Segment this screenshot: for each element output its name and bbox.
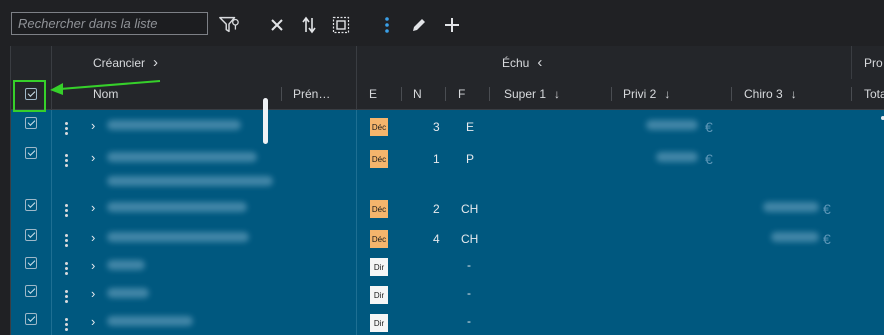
redacted-amount [646, 120, 698, 130]
annotation-arrow-icon [50, 80, 161, 95]
expand-row-icon[interactable]: › [91, 150, 95, 165]
table-row[interactable]: › Dir - [11, 252, 884, 278]
row-checkbox[interactable] [25, 229, 37, 241]
expand-row-icon[interactable]: › [91, 258, 95, 273]
row-code: CH [461, 202, 479, 216]
table-row[interactable]: › Déc 3 E € [11, 112, 884, 138]
redacted-name [107, 288, 149, 298]
row-menu-icon[interactable] [65, 262, 68, 275]
chevron-left-icon[interactable]: ‹ [537, 54, 542, 71]
row-code: - [467, 314, 471, 328]
redacted-name [107, 232, 249, 242]
column-privi2[interactable]: Privi 2 ↓ [623, 79, 670, 109]
expand-row-icon[interactable]: › [91, 314, 95, 329]
sort-icon[interactable] [298, 14, 320, 36]
table-row[interactable]: › Déc 4 CH € [11, 224, 884, 250]
status-badge: Déc [370, 200, 388, 218]
euro-symbol: € [705, 119, 713, 135]
column-f[interactable]: F [458, 79, 465, 109]
column-prenom[interactable]: Prén… [293, 79, 330, 109]
group-creancier[interactable]: Créancier › [93, 46, 158, 79]
row-menu-icon[interactable] [65, 154, 68, 167]
row-checkbox[interactable] [25, 285, 37, 297]
search-input[interactable] [11, 12, 208, 35]
table-row[interactable]: › Déc 1 P € [11, 142, 884, 192]
row-menu-icon[interactable] [65, 234, 68, 247]
row-menu-icon[interactable] [65, 122, 68, 135]
row-menu-icon[interactable] [65, 204, 68, 217]
status-badge: Déc [370, 150, 388, 168]
column-total[interactable]: Tota [864, 79, 884, 109]
toolbar [0, 0, 884, 46]
row-menu-icon[interactable] [65, 318, 68, 331]
row-number: 1 [433, 152, 440, 166]
row-number: 3 [433, 120, 440, 134]
row-checkbox[interactable] [25, 147, 37, 159]
expand-row-icon[interactable]: › [91, 200, 95, 215]
redacted-name [107, 260, 145, 270]
status-badge: Dir [370, 314, 388, 332]
row-checkbox[interactable] [25, 199, 37, 211]
euro-symbol: € [823, 231, 831, 247]
close-icon[interactable] [266, 14, 288, 36]
column-n[interactable]: N [413, 79, 422, 109]
expand-row-icon[interactable]: › [91, 118, 95, 133]
grid-body: › Déc 3 E € › Déc 1 P € › Déc 2 CH € › D… [11, 110, 884, 335]
row-number: 4 [433, 232, 440, 246]
column-super1[interactable]: Super 1 ↓ [504, 79, 560, 109]
group-echu[interactable]: Échu ‹ [502, 46, 542, 79]
table-row[interactable]: › Déc 2 CH € [11, 194, 884, 220]
kebab-icon[interactable] [376, 14, 398, 36]
scrollbar-thumb[interactable] [263, 98, 268, 144]
redacted-name [107, 152, 257, 162]
redacted-name [107, 176, 273, 186]
highlight-box [13, 80, 46, 112]
select-all-icon[interactable] [330, 14, 352, 36]
row-code: - [467, 286, 471, 300]
row-checkbox[interactable] [25, 257, 37, 269]
sort-down-icon: ↓ [554, 87, 561, 101]
sort-down-icon: ↓ [790, 87, 797, 101]
redacted-amount [656, 152, 698, 162]
euro-symbol: € [823, 201, 831, 217]
redacted-amount [771, 232, 819, 242]
column-privi2-label: Privi 2 [623, 87, 657, 101]
expand-row-icon[interactable]: › [91, 286, 95, 301]
column-e[interactable]: E [369, 79, 377, 109]
euro-symbol: € [705, 151, 713, 167]
column-chiro3-label: Chiro 3 [744, 87, 783, 101]
sort-down-icon: ↓ [664, 87, 671, 101]
chevron-right-icon[interactable]: › [153, 54, 158, 71]
row-code: CH [461, 232, 479, 246]
group-echu-label: Échu [502, 55, 530, 70]
row-checkbox[interactable] [25, 313, 37, 325]
table-row[interactable]: › Dir - [11, 308, 884, 334]
row-menu-icon[interactable] [65, 290, 68, 303]
group-creancier-label: Créancier [93, 55, 146, 70]
row-code: - [467, 258, 471, 272]
redacted-name [107, 202, 247, 212]
status-badge: Déc [370, 230, 388, 248]
row-code: P [466, 152, 475, 166]
status-badge: Déc [370, 118, 388, 136]
table-row[interactable]: › Dir - [11, 280, 884, 306]
expand-row-icon[interactable]: › [91, 230, 95, 245]
filter-icon[interactable] [218, 14, 240, 36]
redacted-name [107, 120, 241, 130]
redacted-amount [763, 202, 819, 212]
status-badge: Dir [370, 286, 388, 304]
row-number: 2 [433, 202, 440, 216]
header-group-row: Créancier › Échu ‹ Pro [11, 46, 884, 80]
column-chiro3[interactable]: Chiro 3 ↓ [744, 79, 797, 109]
status-badge: Dir [370, 258, 388, 276]
group-pro: Pro [864, 55, 883, 70]
plus-icon[interactable] [441, 14, 463, 36]
redacted-name [107, 316, 193, 326]
pencil-icon[interactable] [408, 14, 430, 36]
column-super1-label: Super 1 [504, 87, 547, 101]
row-code: E [466, 120, 475, 134]
row-checkbox[interactable] [25, 117, 37, 129]
